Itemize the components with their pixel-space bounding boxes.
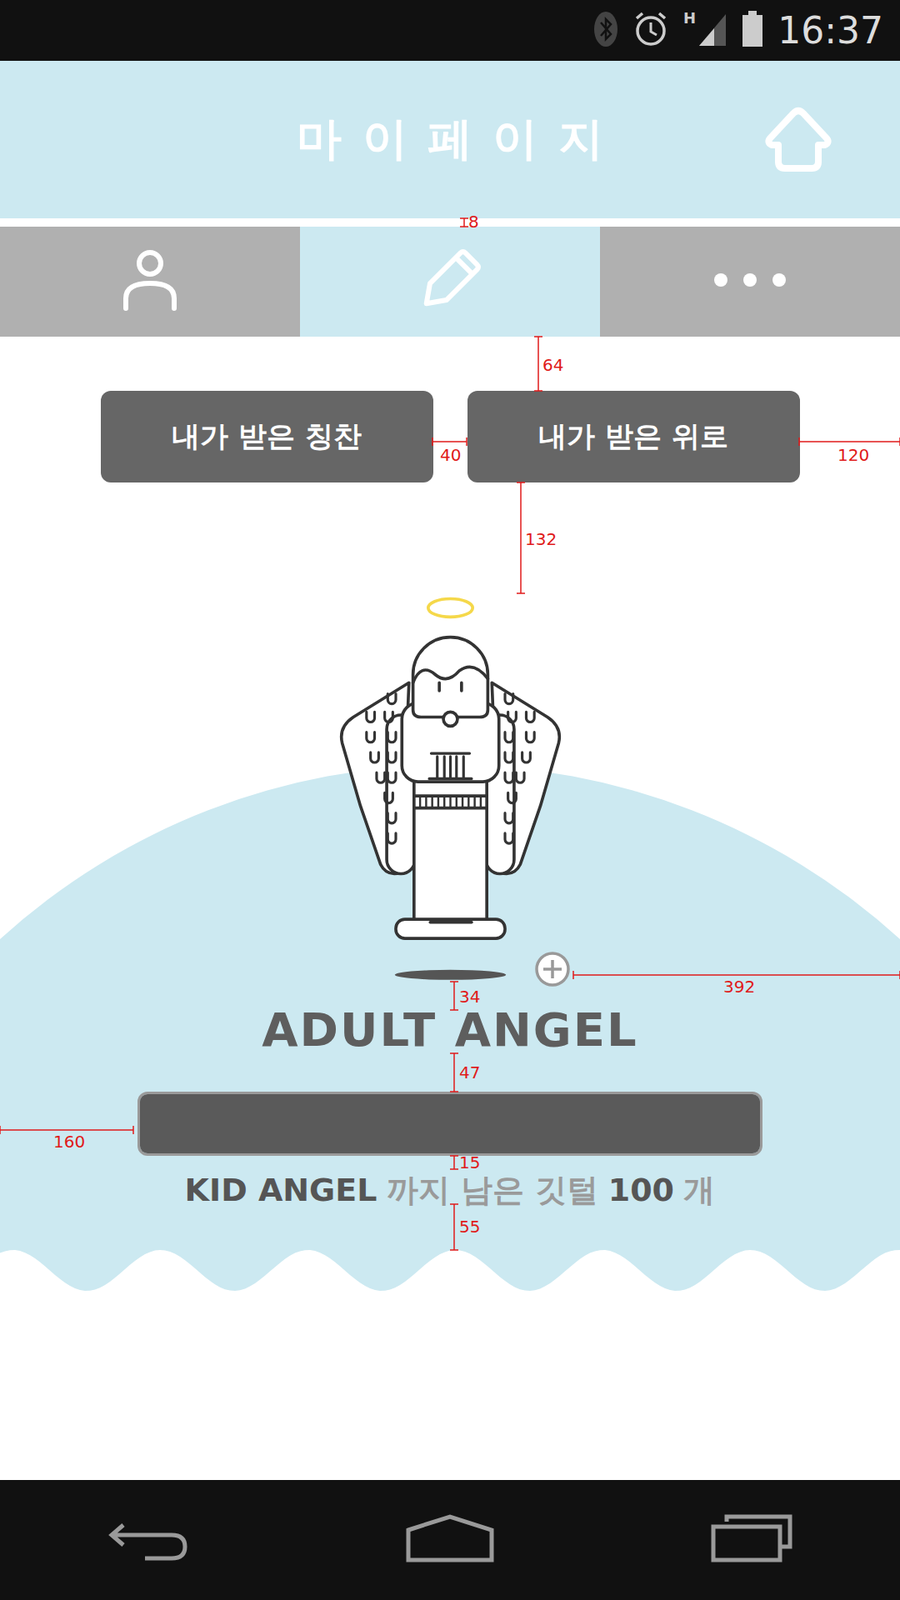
page-title: 마이페이지 [276, 109, 624, 170]
caption-part: 까지 남은 깃털 [386, 1170, 599, 1210]
more-tab[interactable] [600, 226, 900, 337]
network-type: H [683, 10, 696, 26]
angel-figure [334, 591, 567, 990]
character-panel: ADULT ANGEL KID ANGEL까지 남은 깃털100개 [0, 482, 900, 1291]
spec-measurement: 132 [525, 530, 557, 548]
spec-measurement: 47 [459, 1064, 480, 1081]
spec-measurement: 15 [459, 1154, 480, 1171]
navigation-bar [0, 1480, 900, 1600]
caption-part: KID ANGEL [185, 1170, 378, 1210]
spec-measurement: 40 [440, 446, 461, 464]
profile-tab[interactable] [0, 226, 300, 337]
plus-icon[interactable] [534, 950, 571, 988]
edit-tab[interactable] [300, 226, 600, 337]
caption-part: 100 [608, 1170, 675, 1210]
level-title: ADULT ANGEL [261, 1001, 639, 1058]
signal-icon [697, 10, 728, 51]
clock: 16:37 [777, 9, 884, 52]
tab-bar [0, 226, 900, 337]
signal: H [683, 10, 728, 51]
person-icon [115, 245, 185, 319]
progress-fill [140, 1094, 760, 1154]
bluetooth-icon [593, 10, 619, 51]
spec-measurement: 55 [459, 1218, 480, 1235]
divider [0, 218, 900, 227]
alarm-icon [631, 10, 670, 52]
pencil-icon [415, 245, 485, 319]
spec-measurement: 34 [459, 988, 480, 1005]
more-dots-icon [708, 267, 792, 296]
caption-part: 개 [683, 1170, 715, 1210]
spec-measurement: 8 [468, 213, 480, 230]
spec-measurement: 160 [53, 1133, 85, 1150]
progress-track [137, 1091, 763, 1156]
back-icon[interactable] [106, 1513, 190, 1567]
header: 마이페이지 [0, 60, 900, 219]
spec-measurement: 392 [723, 978, 755, 995]
spec-measurement: 120 [837, 446, 870, 464]
status-bar: H 16:37 [0, 0, 900, 61]
home-icon[interactable] [760, 101, 837, 179]
progress-caption: KID ANGEL까지 남은 깃털100개 [185, 1170, 716, 1210]
recent-apps-icon[interactable] [710, 1513, 794, 1567]
comfort-button[interactable]: 내가 받은 위로 [467, 390, 800, 483]
button-row: 내가 받은 칭찬 내가 받은 위로 [0, 390, 900, 483]
home-nav-icon[interactable] [404, 1513, 496, 1567]
praise-button[interactable]: 내가 받은 칭찬 [100, 390, 434, 483]
spec-measurement: 64 [542, 356, 564, 374]
battery-icon [740, 10, 765, 52]
blank-area [0, 1290, 900, 1480]
angel-icon [334, 591, 567, 994]
